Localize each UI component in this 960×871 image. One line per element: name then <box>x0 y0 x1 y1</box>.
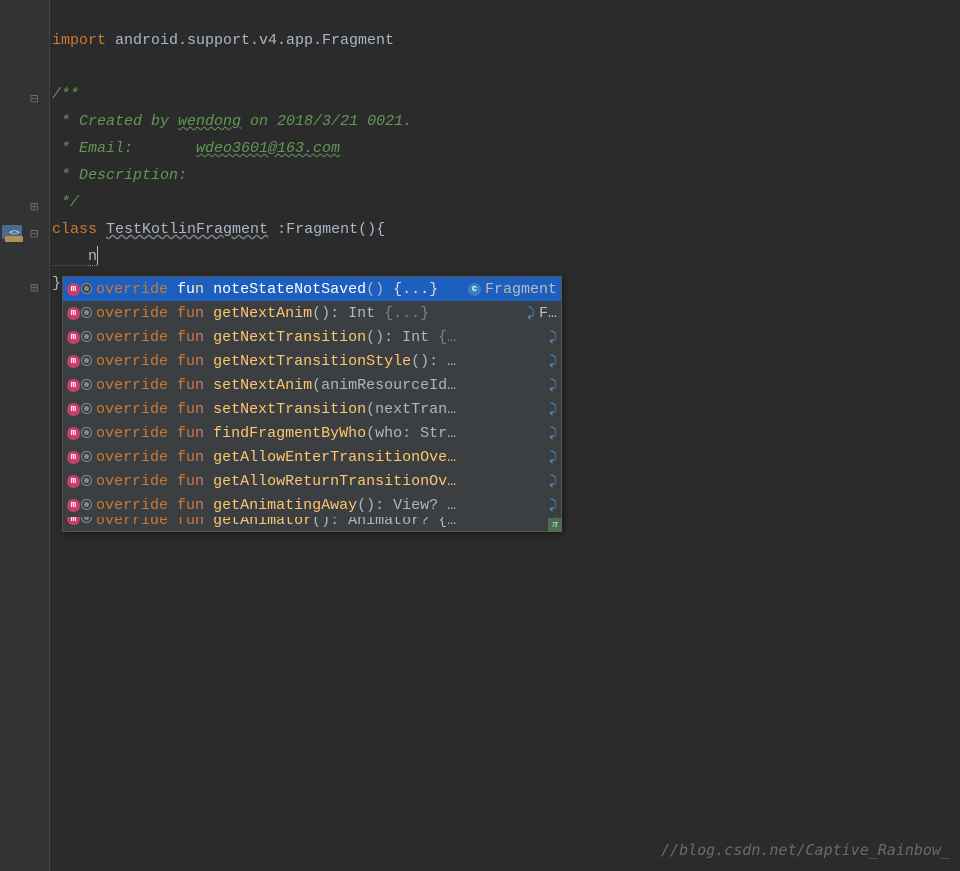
doc-comment-open: /** <box>52 86 79 103</box>
keyword-class: class <box>52 221 97 238</box>
fold-marker-icon[interactable]: ⊞ <box>30 282 44 296</box>
fold-marker-icon[interactable]: ⊞ <box>30 201 44 215</box>
doc-comment-line: * Email: wdeo3601@163.com <box>52 140 340 157</box>
method-icon: m <box>67 283 92 296</box>
autocomplete-item[interactable]: moverride fun getAllowEnterTransitionOve… <box>63 445 561 469</box>
method-icon: m <box>67 403 92 416</box>
implements-gutter-icon[interactable]: <> <box>2 225 26 248</box>
autocomplete-type-hint: c Fragment <box>462 281 557 298</box>
closing-brace: } <box>52 275 61 292</box>
autocomplete-item[interactable]: moverride fun findFragmentByWho(who: Str… <box>63 421 561 445</box>
autocomplete-item[interactable]: moverride fun setNextTransition(nextTran… <box>63 397 561 421</box>
pi-badge-icon: π <box>548 518 562 532</box>
method-icon: m <box>67 331 92 344</box>
autocomplete-type-hint: ⤸F… <box>521 305 557 322</box>
typed-text: n <box>88 248 97 266</box>
watermark-text: //blog.csdn.net/Captive_Rainbow_ <box>661 841 950 859</box>
method-icon: m <box>67 379 92 392</box>
autocomplete-item[interactable]: moverride fun getNextAnim(): Int {...}⤸F… <box>63 301 561 325</box>
method-icon: m <box>67 307 92 320</box>
autocomplete-item[interactable]: moverride fun getAllowReturnTransitionOv… <box>63 469 561 493</box>
method-icon: m <box>67 517 92 525</box>
import-path: android.support.v4.app.Fragment <box>106 32 394 49</box>
autocomplete-item[interactable]: moverride fun getAnimator(): Animator? {… <box>63 517 561 531</box>
doc-comment-line: * Description: <box>52 167 187 184</box>
autocomplete-item[interactable]: moverride fun noteStateNotSaved() {...}c… <box>63 277 561 301</box>
text-cursor <box>97 246 98 265</box>
method-icon: m <box>67 355 92 368</box>
super-type: Fragment <box>286 221 358 238</box>
class-name: TestKotlinFragment <box>106 221 268 238</box>
doc-comment-line: * Created by wendong on 2018/3/21 0021. <box>52 113 412 130</box>
doc-comment-close: */ <box>52 194 79 211</box>
autocomplete-item[interactable]: moverride fun getNextTransition(): Int {… <box>63 325 561 349</box>
autocomplete-popup[interactable]: moverride fun noteStateNotSaved() {...}c… <box>62 276 562 532</box>
method-icon: m <box>67 451 92 464</box>
method-icon: m <box>67 427 92 440</box>
fold-marker-icon[interactable]: ⊟ <box>30 93 44 107</box>
autocomplete-item[interactable]: moverride fun setNextAnim(animResourceId… <box>63 373 561 397</box>
autocomplete-item[interactable]: moverride fun getNextTransitionStyle(): … <box>63 349 561 373</box>
method-icon: m <box>67 475 92 488</box>
editor-gutter: ⊟ ⊞ ⊟ ⊞ <> <box>0 0 50 871</box>
svg-text:<>: <> <box>9 228 20 238</box>
keyword-import: import <box>52 32 106 49</box>
method-icon: m <box>67 499 92 512</box>
autocomplete-item[interactable]: moverride fun getAnimatingAway(): View? … <box>63 493 561 517</box>
fold-marker-icon[interactable]: ⊟ <box>30 228 44 242</box>
